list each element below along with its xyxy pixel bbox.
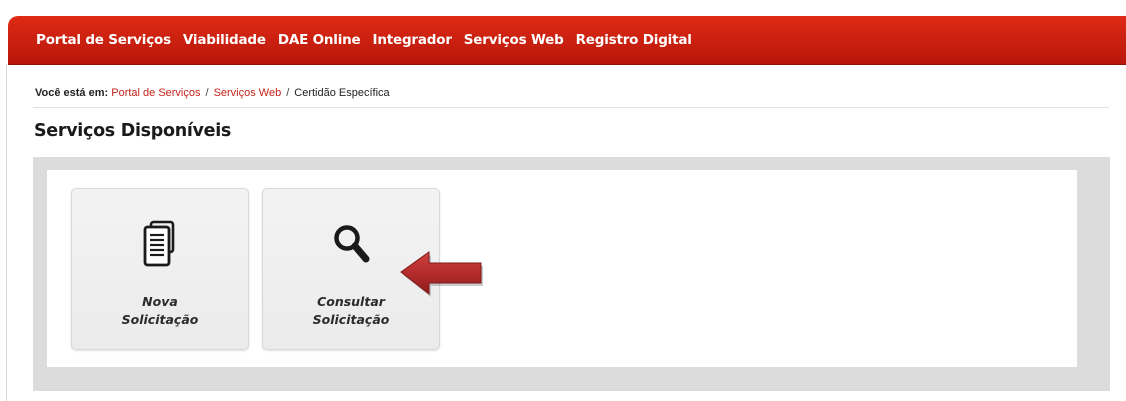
nav-item-dae-online[interactable]: DAE Online xyxy=(278,32,361,48)
tile-label: Nova Solicitação xyxy=(72,293,248,329)
page-title: Serviços Disponíveis xyxy=(34,121,232,141)
breadcrumb-separator: / xyxy=(205,87,209,99)
pointer-arrow-icon xyxy=(395,246,485,302)
breadcrumb-current: Certidão Específica xyxy=(294,87,390,99)
breadcrumb-separator: / xyxy=(286,87,290,99)
nav-item-integrador[interactable]: Integrador xyxy=(373,32,452,48)
breadcrumb-lead: Você está em: xyxy=(35,87,109,99)
breadcrumb: Você está em: Portal de Serviços / Serviço… xyxy=(35,87,390,99)
tile-label-line1: Nova xyxy=(142,294,178,309)
tile-label-line2: Solicitação xyxy=(312,312,390,327)
document-icon xyxy=(136,219,184,271)
top-navigation-bar: Portal de Serviços Viabilidade DAE Onlin… xyxy=(8,16,1126,64)
nova-solicitacao-tile[interactable]: Nova Solicitação xyxy=(71,188,249,350)
nav-item-registro-digital[interactable]: Registro Digital xyxy=(576,32,692,48)
tile-label-line2: Solicitação xyxy=(121,312,199,327)
page: Portal de Serviços Viabilidade DAE Onlin… xyxy=(0,0,1126,401)
breadcrumb-divider xyxy=(33,107,1109,108)
left-divider xyxy=(6,64,7,401)
nav-item-servicos-web[interactable]: Serviços Web xyxy=(464,32,564,48)
nav-item-viabilidade[interactable]: Viabilidade xyxy=(183,32,266,48)
nav-item-portal-de-servicos[interactable]: Portal de Serviços xyxy=(36,32,171,48)
breadcrumb-link-servicos-web[interactable]: Serviços Web xyxy=(214,87,282,99)
search-icon xyxy=(327,219,375,271)
main-nav: Portal de Serviços Viabilidade DAE Onlin… xyxy=(36,16,704,64)
breadcrumb-link-portal[interactable]: Portal de Serviços xyxy=(111,87,200,99)
